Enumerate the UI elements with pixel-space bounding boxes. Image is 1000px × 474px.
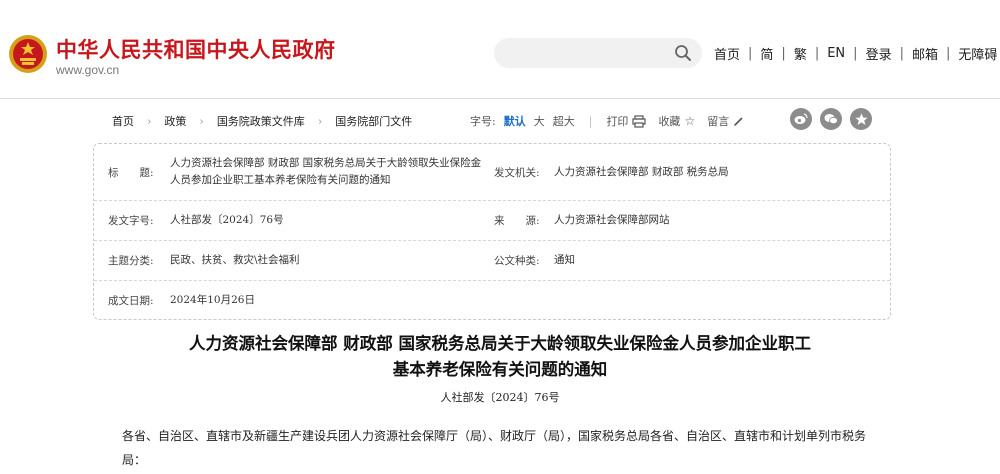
nav-login[interactable]: 登录 (866, 44, 892, 63)
nav-english[interactable]: EN (827, 46, 845, 61)
nav-traditional[interactable]: 繁 (794, 44, 807, 63)
search-box (494, 38, 702, 68)
comment-button[interactable]: 留言 (707, 113, 729, 129)
breadcrumb-policy[interactable]: 政策 (164, 113, 186, 129)
share-buttons (790, 108, 872, 130)
article-tools: 字号: 默认 大 超大 | 打印 收藏 ☆ 留言 (470, 113, 744, 129)
document-info-table: 标 题: 人力资源社会保障部 财政部 国家税务总局关于大龄领取失业保险金人员参加… (93, 143, 891, 320)
national-emblem-icon[interactable] (8, 34, 48, 74)
breadcrumb-department-files[interactable]: 国务院部门文件 (335, 113, 412, 129)
qzone-share-icon[interactable] (850, 108, 872, 130)
article-title-line: 基本养老保险有关问题的通知 (392, 360, 608, 379)
favorite-button[interactable]: 收藏 (658, 113, 680, 129)
issuer-label: 发文机关: (494, 167, 540, 179)
nav-separator: | (853, 46, 858, 61)
site-url: www.gov.cn (56, 63, 120, 77)
article-doc-number: 人社部发〔2024〕76号 (440, 391, 560, 404)
doctype-value: 通知 (554, 254, 575, 266)
title-label: 标 题: (108, 167, 154, 179)
date-value: 2024年10月26日 (170, 294, 255, 306)
chevron-right-icon: › (147, 114, 152, 128)
breadcrumb-policy-library[interactable]: 国务院政策文件库 (217, 113, 305, 129)
nav-accessibility[interactable]: 无障碍 (958, 44, 997, 63)
search-input[interactable] (508, 43, 662, 65)
weibo-share-icon[interactable] (790, 108, 812, 130)
chevron-right-icon: › (199, 114, 204, 128)
chevron-right-icon: › (317, 114, 323, 128)
font-size-xlarge[interactable]: 超大 (553, 113, 575, 129)
pencil-icon[interactable] (733, 116, 744, 127)
top-nav: 首页 | 简 | 繁 | EN | 登录 | 邮箱 | 无障碍 (714, 44, 997, 63)
nav-separator: | (781, 46, 786, 61)
info-row: 成文日期: 2024年10月26日 (94, 280, 890, 319)
font-size-large[interactable]: 大 (534, 113, 545, 129)
source-label: 来 源: (494, 215, 540, 227)
info-row: 主题分类: 民政、扶贫、救灾\社会福利 公文种类: 通知 (94, 240, 890, 281)
docno-value: 人社部发〔2024〕76号 (170, 214, 284, 226)
nav-simplified[interactable]: 简 (760, 44, 773, 63)
breadcrumb: 首页 › 政策 › 国务院政策文件库 › 国务院部门文件 (112, 113, 412, 129)
date-label: 成文日期: (108, 295, 154, 307)
site-title[interactable]: 中华人民共和国中央人民政府 (56, 34, 336, 64)
info-row: 标 题: 人力资源社会保障部 财政部 国家税务总局关于大龄领取失业保险金人员参加… (94, 144, 890, 201)
info-row: 发文字号: 人社部发〔2024〕76号 来 源: 人力资源社会保障部网站 (94, 200, 890, 241)
wechat-share-icon[interactable] (820, 108, 842, 130)
article-title: 人力资源社会保障部 财政部 国家税务总局关于大龄领取失业保险金人员参加企业职工 … (100, 331, 900, 383)
font-size-default[interactable]: 默认 (504, 113, 526, 129)
nav-separator: | (814, 46, 820, 61)
nav-separator: | (748, 46, 753, 61)
category-value: 民政、扶贫、救灾\社会福利 (170, 254, 300, 266)
issuer-value: 人力资源社会保障部 财政部 税务总局 (554, 166, 729, 178)
star-icon[interactable]: ☆ (684, 114, 695, 128)
print-button[interactable]: 打印 (606, 113, 628, 129)
title-value: 人力资源社会保障部 财政部 国家税务总局关于大龄领取失业保险金人员参加企业职工基… (170, 157, 482, 186)
doctype-label: 公文种类: (494, 255, 540, 267)
nav-separator: | (945, 46, 951, 61)
nav-separator: | (899, 46, 904, 61)
search-icon[interactable] (674, 44, 692, 62)
nav-home[interactable]: 首页 (714, 44, 740, 63)
source-value: 人力资源社会保障部网站 (554, 214, 670, 226)
article-paragraph: 各省、自治区、直辖市及新疆生产建设兵团人力资源社会保障厅（局）、财政厅（局），国… (122, 429, 867, 467)
printer-icon[interactable] (632, 114, 647, 128)
tools-divider: | (588, 114, 593, 128)
site-header: 中华人民共和国中央人民政府 www.gov.cn 首页 | 简 | 繁 | EN… (0, 0, 1000, 99)
breadcrumb-home[interactable]: 首页 (112, 113, 134, 129)
category-label: 主题分类: (108, 255, 154, 267)
docno-label: 发文字号: (108, 215, 154, 227)
nav-mail[interactable]: 邮箱 (912, 44, 938, 63)
font-size-label: 字号: (470, 115, 496, 128)
article-title-line: 人力资源社会保障部 财政部 国家税务总局关于大龄领取失业保险金人员参加企业职工 (189, 334, 811, 353)
